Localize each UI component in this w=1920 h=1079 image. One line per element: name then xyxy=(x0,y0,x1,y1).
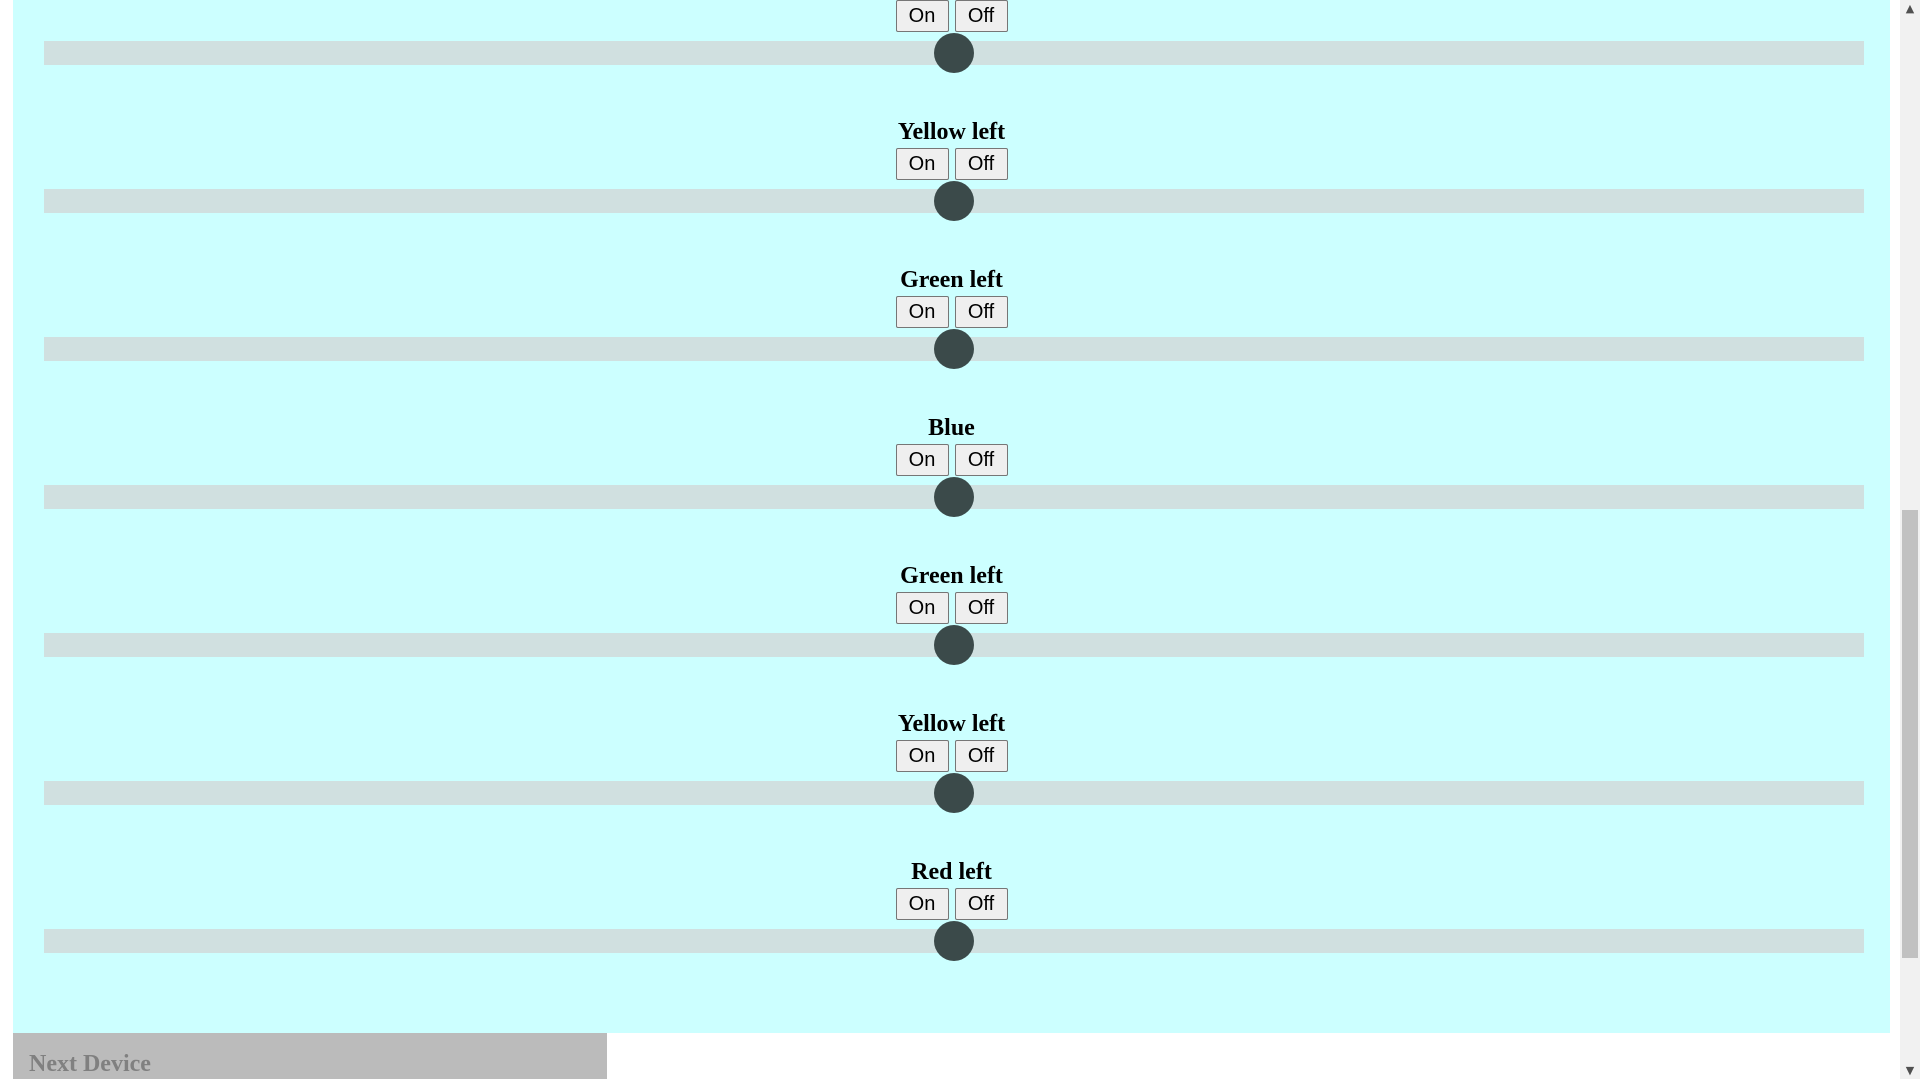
brightness-slider[interactable] xyxy=(44,33,1864,73)
on-button[interactable]: On xyxy=(895,740,949,772)
off-button[interactable]: Off xyxy=(954,888,1008,920)
on-off-buttons: On Off xyxy=(13,592,1890,624)
off-button[interactable]: Off xyxy=(954,148,1008,180)
on-button[interactable]: On xyxy=(895,444,949,476)
light-control-blue: Blue On Off xyxy=(13,414,1890,562)
on-off-buttons: On Off xyxy=(13,740,1890,772)
on-button[interactable]: On xyxy=(895,296,949,328)
brightness-slider[interactable] xyxy=(44,773,1864,813)
brightness-slider[interactable] xyxy=(44,329,1864,369)
off-button[interactable]: Off xyxy=(954,296,1008,328)
light-control-0: On Off xyxy=(13,0,1890,118)
scrollbar-thumb[interactable] xyxy=(1902,510,1918,958)
light-title: Green left xyxy=(900,267,1003,293)
brightness-slider[interactable] xyxy=(44,921,1864,961)
next-device-button[interactable]: Next Device xyxy=(13,1033,607,1079)
light-title: Red left xyxy=(911,859,992,885)
light-control-yellow-left: Yellow left On Off xyxy=(13,118,1890,266)
scroll-down-arrow-icon[interactable]: ▼ xyxy=(1900,1062,1920,1079)
on-button[interactable]: On xyxy=(895,592,949,624)
brightness-slider[interactable] xyxy=(44,625,1864,665)
off-button[interactable]: Off xyxy=(954,0,1008,32)
on-button[interactable]: On xyxy=(895,148,949,180)
device-control-panel: On Off Yellow left On Off Green left On … xyxy=(13,0,1890,1033)
light-control-green-left-2: Green left On Off xyxy=(13,562,1890,710)
on-off-buttons: On Off xyxy=(13,0,1890,32)
light-title: Blue xyxy=(928,415,975,441)
on-button[interactable]: On xyxy=(895,888,949,920)
off-button[interactable]: Off xyxy=(954,444,1008,476)
next-device-label: Next Device xyxy=(29,1051,151,1077)
slider-thumb[interactable] xyxy=(934,773,974,813)
light-title: Yellow left xyxy=(897,711,1006,737)
light-control-yellow-left-2: Yellow left On Off xyxy=(13,710,1890,858)
light-title: Yellow left xyxy=(897,119,1006,145)
on-off-buttons: On Off xyxy=(13,148,1890,180)
slider-thumb[interactable] xyxy=(934,477,974,517)
off-button[interactable]: Off xyxy=(954,740,1008,772)
light-title: Green left xyxy=(900,563,1003,589)
vertical-scrollbar[interactable]: ▲ ▼ xyxy=(1900,0,1920,1079)
light-control-red-left: Red left On Off xyxy=(13,858,1890,1006)
brightness-slider[interactable] xyxy=(44,181,1864,221)
slider-thumb[interactable] xyxy=(934,921,974,961)
slider-thumb[interactable] xyxy=(934,181,974,221)
off-button[interactable]: Off xyxy=(954,592,1008,624)
on-button[interactable]: On xyxy=(895,0,949,32)
brightness-slider[interactable] xyxy=(44,477,1864,517)
page-viewport: On Off Yellow left On Off Green left On … xyxy=(0,0,1920,1079)
slider-thumb[interactable] xyxy=(934,33,974,73)
on-off-buttons: On Off xyxy=(13,888,1890,920)
on-off-buttons: On Off xyxy=(13,296,1890,328)
slider-thumb[interactable] xyxy=(934,329,974,369)
on-off-buttons: On Off xyxy=(13,444,1890,476)
scroll-up-arrow-icon[interactable]: ▲ xyxy=(1900,0,1920,17)
slider-thumb[interactable] xyxy=(934,625,974,665)
light-control-green-left: Green left On Off xyxy=(13,266,1890,414)
